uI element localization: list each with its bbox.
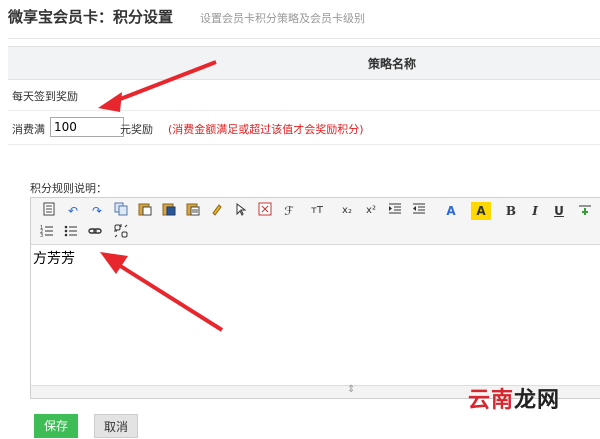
header-divider	[8, 38, 600, 39]
table-header: 策略名称	[8, 46, 600, 80]
format-brush-icon[interactable]	[207, 202, 227, 220]
ordered-list-icon[interactable]: 123	[37, 224, 57, 242]
consume-amount-input[interactable]	[50, 117, 124, 137]
unlink-icon[interactable]	[111, 224, 131, 242]
resize-grip-icon: ⇕	[347, 384, 356, 395]
svg-text:3: 3	[40, 233, 43, 238]
paste-icon[interactable]	[135, 202, 155, 220]
underline-icon[interactable]: U	[549, 202, 569, 220]
outdent-icon[interactable]	[409, 202, 429, 220]
source-icon[interactable]	[39, 202, 59, 220]
bold-icon[interactable]: B	[501, 202, 521, 220]
page-subtitle: 设置会员卡积分策略及会员卡级别	[200, 12, 365, 25]
cancel-button[interactable]: 取消	[94, 414, 138, 438]
italic-icon[interactable]: I	[525, 202, 545, 220]
consume-hint: (消费金额满足或超过该值才会奖励积分)	[168, 123, 364, 136]
watermark-black: 龙网	[514, 388, 561, 413]
undo-icon[interactable]: ↶	[63, 202, 83, 220]
unordered-list-icon[interactable]	[61, 224, 81, 242]
font-color-icon[interactable]: A	[441, 202, 461, 220]
page-header: 微享宝会员卡：积分设置 设置会员卡积分策略及会员卡级别	[0, 0, 600, 36]
redo-icon[interactable]: ↷	[87, 202, 107, 220]
table-row-consume: 消费满 元奖励 (消费金额满足或超过该值才会奖励积分)	[8, 112, 600, 145]
page-title: 微享宝会员卡：积分设置	[8, 8, 174, 26]
save-button[interactable]: 保存	[34, 414, 78, 438]
subscript-icon[interactable]: x₂	[337, 202, 357, 220]
consume-suffix-label: 元奖励	[120, 123, 153, 136]
column-header-strategy-name: 策略名称	[368, 57, 417, 71]
signin-reward-label: 每天签到奖励	[12, 90, 78, 103]
rich-text-editor: ↶ ↷ ℱ тT x₂ x² A A B I U 1 2 3 方芳芳 ⇕	[30, 197, 600, 399]
link-icon[interactable]	[85, 224, 105, 242]
select-icon[interactable]	[231, 202, 251, 220]
font-family-icon[interactable]: ℱ	[279, 202, 299, 220]
editor-content[interactable]: 方芳芳	[33, 248, 75, 268]
paste-text-icon[interactable]	[183, 202, 203, 220]
editor-toolbar: ↶ ↷ ℱ тT x₂ x² A A B I U 1 2 3	[31, 198, 600, 245]
indent-icon[interactable]	[385, 202, 405, 220]
watermark: 云南龙网	[468, 382, 560, 414]
fullscreen-icon[interactable]	[255, 202, 275, 220]
table-row-signin: 每天签到奖励	[8, 80, 600, 111]
font-size-icon[interactable]: тT	[307, 202, 327, 220]
insert-icon[interactable]	[575, 202, 595, 220]
rule-description-label: 积分规则说明：	[30, 182, 107, 195]
superscript-icon[interactable]: x²	[361, 202, 381, 220]
highlight-icon[interactable]: A	[471, 202, 491, 220]
consume-prefix-label: 消费满	[12, 123, 45, 136]
paste-word-icon[interactable]	[159, 202, 179, 220]
copy-icon[interactable]	[111, 202, 131, 220]
watermark-red: 云南	[468, 388, 515, 413]
